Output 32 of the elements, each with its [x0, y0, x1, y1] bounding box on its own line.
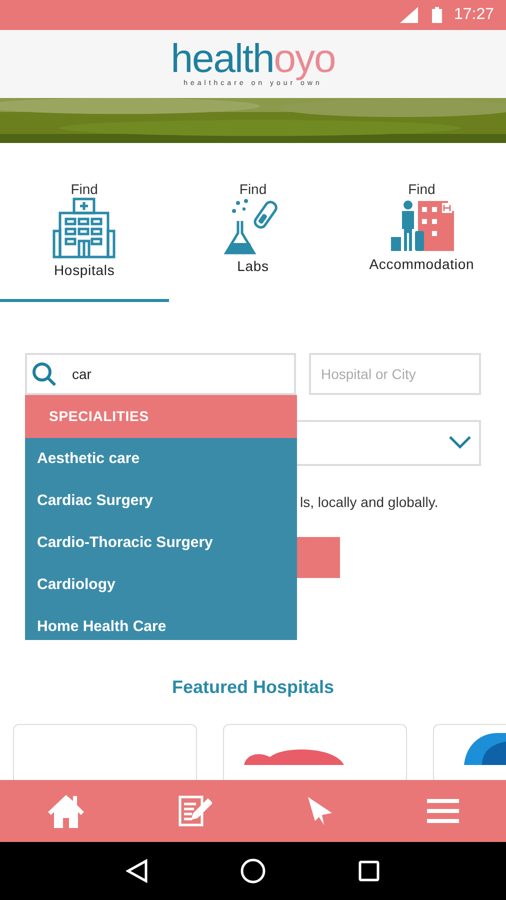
- hospital-icon: [52, 197, 116, 259]
- section-title: Featured Hospitals: [170, 676, 336, 699]
- location-field[interactable]: Hospital or City: [309, 353, 481, 395]
- tab-prefix: Find: [239, 181, 267, 197]
- suggestion-item[interactable]: Cardio-Thoracic Surgery: [25, 522, 297, 564]
- home-icon[interactable]: [46, 792, 85, 830]
- tab-label: Labs: [237, 257, 269, 275]
- suggestion-item[interactable]: Aesthetic care: [25, 438, 297, 480]
- tab-prefix: Find: [70, 181, 98, 197]
- clock-text: 17:27: [454, 5, 494, 25]
- logo-text: healthoyo: [170, 38, 336, 79]
- recents-icon[interactable]: [358, 860, 380, 882]
- suggestion-item[interactable]: Cardiology: [25, 564, 297, 606]
- back-icon[interactable]: [126, 859, 148, 883]
- intro-text: ls, locally and globally.: [300, 494, 438, 510]
- chevron-down-icon: [449, 436, 471, 450]
- dropdown-header: SPECIALITIES: [25, 395, 297, 438]
- category-tab[interactable]: Find Labs: [168, 181, 338, 302]
- search-icon: [31, 361, 57, 387]
- search-field[interactable]: car: [25, 353, 296, 395]
- suggestion-item[interactable]: Home Health Care: [25, 606, 297, 640]
- home-circle-icon[interactable]: [240, 858, 266, 884]
- suggestion-item[interactable]: Cardiac Surgery: [25, 480, 297, 522]
- tab-label: Hospitals: [54, 261, 115, 279]
- battery-icon: [432, 7, 442, 23]
- category-tab[interactable]: Find Accommodation: [337, 181, 506, 302]
- tab-label: Accommodation: [369, 255, 474, 273]
- category-tab[interactable]: Find Hospitals: [0, 181, 169, 302]
- menu-icon[interactable]: [427, 797, 460, 825]
- signal-icon: [398, 7, 420, 23]
- tab-prefix: Find: [408, 181, 436, 197]
- edit-form-icon[interactable]: [178, 795, 212, 827]
